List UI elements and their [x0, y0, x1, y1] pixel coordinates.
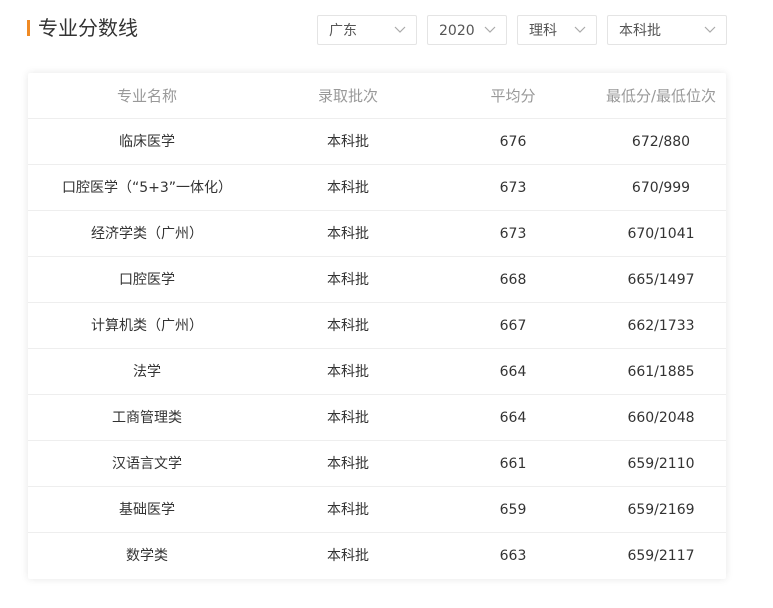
column-header-batch: 录取批次: [317, 87, 378, 105]
min-score-rank: 670/1041: [627, 226, 695, 242]
major-name: 法学: [133, 364, 161, 380]
major-name: 汉语言文学: [112, 456, 182, 472]
major-name: 口腔医学: [119, 272, 175, 288]
admission-batch: 本科批: [327, 226, 369, 242]
batch-select-value: 本科批: [619, 23, 661, 39]
admission-batch: 本科批: [327, 548, 369, 564]
min-score-rank: 661/1885: [627, 364, 695, 380]
title-accent-bar: [27, 20, 30, 36]
average-score: 661: [499, 456, 527, 472]
admission-batch: 本科批: [327, 134, 369, 150]
major-name: 经济学类（广州）: [91, 226, 203, 242]
page-title: 专业分数线: [38, 16, 138, 40]
column-header-major: 专业名称: [116, 87, 177, 105]
column-header-average: 平均分: [490, 87, 536, 105]
province-select[interactable]: 广东: [317, 15, 417, 45]
average-score: 673: [499, 226, 527, 242]
year-select-value: 2020: [439, 23, 475, 39]
average-score: 673: [499, 180, 527, 196]
average-score: 663: [499, 548, 527, 564]
admission-batch: 本科批: [327, 180, 369, 196]
major-name: 数学类: [126, 548, 168, 564]
table-row: 基础医学 本科批 659 659/2169: [28, 487, 726, 533]
year-select[interactable]: 2020: [427, 15, 507, 45]
batch-select[interactable]: 本科批: [607, 15, 727, 45]
major-name: 口腔医学（“5+3”一体化）: [61, 180, 233, 196]
average-score: 664: [499, 364, 527, 380]
admission-batch: 本科批: [327, 456, 369, 472]
table-row: 数学类 本科批 663 659/2117: [28, 533, 726, 579]
chevron-down-icon: [704, 26, 716, 33]
chevron-down-icon: [484, 26, 496, 33]
major-name: 工商管理类: [112, 410, 182, 426]
subject-select[interactable]: 理科: [517, 15, 597, 45]
chevron-down-icon: [394, 26, 406, 33]
min-score-rank: 665/1497: [627, 272, 695, 288]
major-name: 计算机类（广州）: [91, 318, 203, 334]
table-row: 工商管理类 本科批 664 660/2048: [28, 395, 726, 441]
admission-batch: 本科批: [327, 364, 369, 380]
score-table: 专业名称 录取批次 平均分 最低分/最低位次 临床医学 本科批 676 672/…: [28, 73, 726, 579]
major-name: 基础医学: [119, 502, 175, 518]
min-score-rank: 660/2048: [627, 410, 695, 426]
average-score: 659: [499, 502, 527, 518]
admission-batch: 本科批: [327, 272, 369, 288]
average-score: 668: [499, 272, 527, 288]
table-row: 临床医学 本科批 676 672/880: [28, 119, 726, 165]
min-score-rank: 659/2169: [627, 502, 695, 518]
table-row: 口腔医学 本科批 668 665/1497: [28, 257, 726, 303]
average-score: 676: [499, 134, 527, 150]
admission-batch: 本科批: [327, 410, 369, 426]
average-score: 664: [499, 410, 527, 426]
subject-select-value: 理科: [529, 23, 557, 39]
table-header-row: 专业名称 录取批次 平均分 最低分/最低位次: [28, 73, 726, 119]
page-header: 专业分数线 广东 2020 理科 本科批: [0, 0, 773, 60]
min-score-rank: 670/999: [631, 180, 691, 196]
chevron-down-icon: [574, 26, 586, 33]
admission-batch: 本科批: [327, 318, 369, 334]
min-score-rank: 659/2110: [627, 456, 695, 472]
major-name: 临床医学: [119, 134, 175, 150]
table-row: 口腔医学（“5+3”一体化） 本科批 673 670/999: [28, 165, 726, 211]
admission-batch: 本科批: [327, 502, 369, 518]
province-select-value: 广东: [329, 23, 357, 39]
table-row: 计算机类（广州） 本科批 667 662/1733: [28, 303, 726, 349]
column-header-min: 最低分/最低位次: [605, 87, 717, 105]
min-score-rank: 662/1733: [627, 318, 695, 334]
average-score: 667: [499, 318, 527, 334]
min-score-rank: 672/880: [631, 134, 691, 150]
table-row: 汉语言文学 本科批 661 659/2110: [28, 441, 726, 487]
table-row: 经济学类（广州） 本科批 673 670/1041: [28, 211, 726, 257]
table-row: 法学 本科批 664 661/1885: [28, 349, 726, 395]
min-score-rank: 659/2117: [627, 548, 695, 564]
